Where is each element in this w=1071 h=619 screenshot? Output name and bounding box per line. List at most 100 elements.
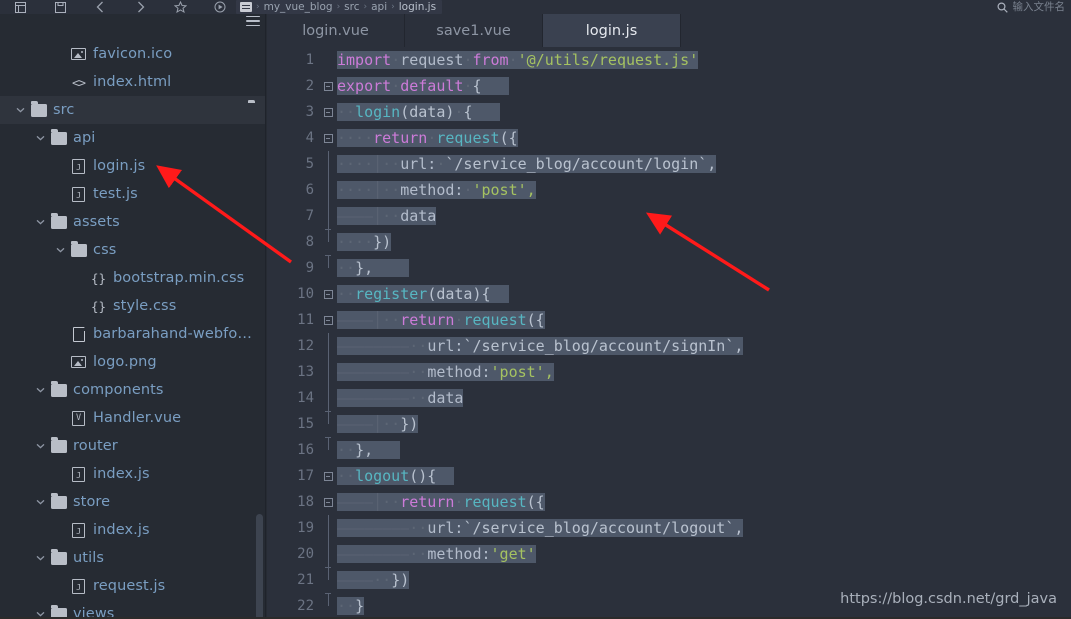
folder-icon [49, 381, 68, 398]
project-tree-panel: favicon.ico <> index.html src api Jlogin.js Jt… [0, 14, 266, 617]
search-box[interactable]: 输入文件名 [996, 0, 1066, 14]
code-token: │ [373, 181, 383, 199]
fold-collapse-icon[interactable] [323, 81, 333, 91]
fold-marker[interactable] [319, 489, 337, 515]
code-folding-column[interactable] [319, 47, 337, 617]
breadcrumb-item-api[interactable]: api [371, 0, 387, 14]
chevron-down-icon[interactable] [34, 496, 47, 509]
code-line[interactable]: ····│··method:·'post', [337, 177, 1071, 203]
tree-item-src[interactable]: src [0, 96, 266, 124]
code-line[interactable]: ————│··return·request({ [337, 307, 1071, 333]
tree-item-bootstrap-min-css[interactable]: {} bootstrap.min.css [0, 264, 266, 292]
tree-item-style-css[interactable]: {} style.css [0, 292, 266, 320]
code-line[interactable]: ————│··return·request({ [337, 489, 1071, 515]
code-token: ·· [337, 103, 356, 121]
hamburger-menu-icon[interactable] [246, 16, 260, 27]
code-line[interactable]: ————│··data [337, 203, 1071, 229]
tree-item-label: store [73, 494, 111, 510]
tree-item-router[interactable]: router [0, 432, 266, 460]
breadcrumb-separator: › [391, 2, 395, 12]
code-line[interactable]: ··}, [337, 437, 1071, 463]
code-line[interactable]: ··register(data){ [337, 281, 1071, 307]
breadcrumb-item-file[interactable]: login.js [399, 0, 436, 14]
chevron-down-icon[interactable] [34, 440, 47, 453]
fold-collapse-icon[interactable] [323, 289, 333, 299]
fold-collapse-icon[interactable] [323, 133, 333, 143]
line-number: 5 [305, 156, 314, 172]
code-line[interactable]: ————————··method:'get' [337, 541, 1071, 567]
breadcrumb-item-src[interactable]: src [344, 0, 359, 14]
watermark-text: https://blog.csdn.net/grd_java [840, 591, 1057, 607]
save-all-icon[interactable] [40, 0, 80, 14]
fold-marker[interactable] [319, 73, 337, 99]
code-token: method: [427, 545, 491, 563]
code-line[interactable]: ··}, [337, 255, 1071, 281]
chevron-down-icon[interactable] [34, 132, 47, 145]
project-structure-icon[interactable] [0, 0, 40, 14]
code-line[interactable]: ··login(data)·{ [337, 99, 1071, 125]
chevron-down-icon[interactable] [34, 608, 47, 618]
fold-marker[interactable] [319, 463, 337, 489]
code-line[interactable]: ————————··method:'post', [337, 359, 1071, 385]
code-line[interactable]: export·default·{ [337, 73, 1071, 99]
sidebar-scrollbar[interactable] [256, 514, 263, 617]
editor-tab-login-vue[interactable]: login.vue [267, 14, 405, 47]
tree-item-test-js[interactable]: Jtest.js [0, 180, 266, 208]
fold-collapse-icon[interactable] [323, 315, 333, 325]
chevron-down-icon[interactable] [34, 384, 47, 397]
tree-item-index-html[interactable]: <> index.html [0, 68, 266, 96]
editor-tab-login-js[interactable]: login.js [543, 14, 681, 47]
tree-item-index-js[interactable]: Jindex.js [0, 516, 266, 544]
tree-item-utils[interactable]: utils [0, 544, 266, 572]
tree-item-api[interactable]: api [0, 124, 266, 152]
breadcrumb[interactable]: › my_vue_blog › src › api › login.js [236, 0, 443, 14]
tree-item-css[interactable]: css [0, 236, 266, 264]
code-line[interactable]: import·request·from·'@/utils/request.js' [337, 47, 1071, 73]
search-icon[interactable] [996, 1, 1008, 13]
search-input[interactable]: 输入文件名 [1013, 0, 1066, 14]
editor-tab-bar[interactable]: login.vue save1.vue login.js [267, 14, 1071, 47]
code-line[interactable]: ····return·request({ [337, 125, 1071, 151]
tree-item-favicon-ico[interactable]: favicon.ico [0, 40, 266, 68]
back-arrow-icon[interactable] [80, 0, 120, 14]
tree-item-barbarahand-webfo-[interactable]: barbarahand-webfo… [0, 320, 266, 348]
tree-item-assets[interactable]: assets [0, 208, 266, 236]
chevron-down-icon[interactable] [34, 216, 47, 229]
code-editor[interactable]: 1 2 3 4 5 6 7 8 9 10 11 12 13 14 15 16 17 18 19 20 21 22 impo… [267, 47, 1071, 617]
fold-marker[interactable] [319, 281, 337, 307]
tree-item-logo-png[interactable]: logo.png [0, 348, 266, 376]
code-line[interactable]: ————————··url:`/service_blog/account/sig… [337, 333, 1071, 359]
project-file-tree[interactable]: favicon.ico <> index.html src api Jlogin.js Jt… [0, 40, 266, 617]
tree-item-handler-vue[interactable]: V Handler.vue [0, 404, 266, 432]
code-line[interactable]: ····}) [337, 229, 1071, 255]
tree-item-login-js[interactable]: Jlogin.js [0, 152, 266, 180]
code-line[interactable]: ————│··}) [337, 411, 1071, 437]
code-line[interactable]: ————————··data [337, 385, 1071, 411]
fold-marker[interactable] [319, 125, 337, 151]
tree-item-store[interactable]: store [0, 488, 266, 516]
tree-item-index-js[interactable]: Jindex.js [0, 460, 266, 488]
forward-arrow-icon[interactable] [120, 0, 160, 14]
code-line[interactable]: ————··}) [337, 567, 1071, 593]
fold-collapse-icon[interactable] [323, 471, 333, 481]
fold-marker[interactable] [319, 307, 337, 333]
code-line[interactable]: ····│··url:·`/service_blog/account/login… [337, 151, 1071, 177]
code-content[interactable]: import·request·from·'@/utils/request.js'… [337, 47, 1071, 617]
chevron-down-icon[interactable] [14, 104, 27, 117]
code-line[interactable]: ————————··url:`/service_blog/account/log… [337, 515, 1071, 541]
tree-item-views[interactable]: views [0, 600, 266, 617]
editor-tab-save1-vue[interactable]: save1.vue [405, 14, 543, 47]
js-file-icon: J [72, 578, 85, 594]
tree-item-components[interactable]: components [0, 376, 266, 404]
fold-marker[interactable] [319, 99, 337, 125]
chevron-down-icon[interactable] [34, 552, 47, 565]
folder-icon [50, 381, 67, 397]
run-icon[interactable] [200, 0, 240, 14]
code-line[interactable]: ··logout(){ [337, 463, 1071, 489]
bookmark-star-icon[interactable] [160, 0, 200, 14]
tree-item-request-js[interactable]: Jrequest.js [0, 572, 266, 600]
fold-collapse-icon[interactable] [323, 107, 333, 117]
chevron-down-icon[interactable] [54, 244, 67, 257]
fold-collapse-icon[interactable] [323, 497, 333, 507]
breadcrumb-item-project[interactable]: my_vue_blog [264, 0, 333, 14]
